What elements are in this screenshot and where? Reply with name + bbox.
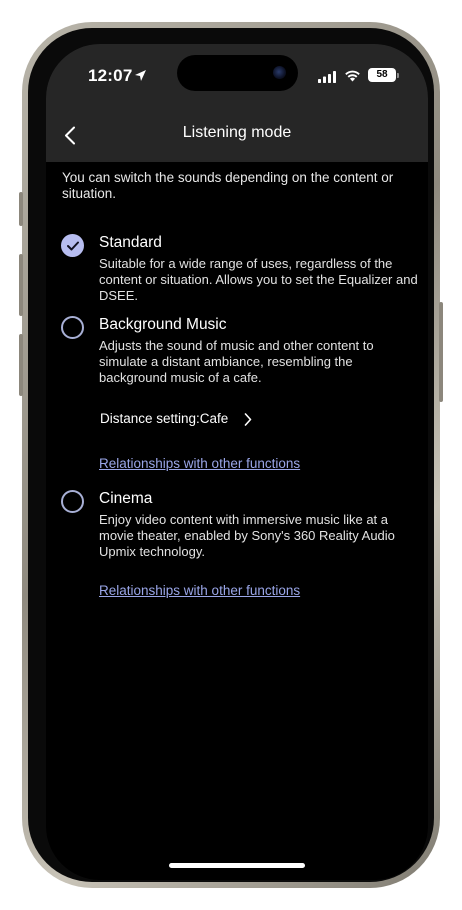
relationships-link-cinema[interactable]: Relationships with other functions — [99, 583, 300, 598]
radio-standard[interactable] — [61, 234, 84, 257]
home-indicator[interactable] — [169, 863, 305, 868]
radio-cinema[interactable] — [61, 490, 84, 513]
phone-frame: 12:07 58 Listening mode You can switch t… — [19, 22, 443, 888]
relationships-link-background-music[interactable]: Relationships with other functions — [99, 456, 300, 471]
volume-up-button — [19, 254, 23, 316]
radio-background-music[interactable] — [61, 316, 84, 339]
option-description: Enjoy video content with immersive music… — [99, 512, 395, 559]
wifi-icon — [345, 70, 360, 82]
checkmark-icon — [67, 241, 79, 251]
option-description: Adjusts the sound of music and other con… — [99, 338, 374, 385]
battery-cap — [397, 73, 399, 78]
option-title: Background Music — [99, 316, 227, 333]
screen: 12:07 58 Listening mode You can switch t… — [46, 44, 428, 880]
status-bar: 12:07 58 — [46, 44, 428, 108]
chevron-right-icon — [244, 413, 252, 426]
distance-setting-label: Distance setting:Cafe — [100, 411, 229, 426]
distance-setting-button[interactable]: Distance setting:Cafe — [100, 410, 252, 430]
camera-icon — [273, 66, 286, 79]
battery-indicator: 58 — [368, 68, 396, 82]
option-title: Standard — [99, 234, 162, 251]
dynamic-island — [177, 55, 298, 91]
phone-bezel: 12:07 58 Listening mode You can switch t… — [28, 28, 434, 882]
option-description: Suitable for a wide range of uses, regar… — [99, 256, 418, 303]
power-button — [439, 302, 443, 402]
cellular-signal-icon — [318, 71, 336, 83]
intro-text: You can switch the sounds depending on t… — [62, 170, 394, 201]
location-arrow-icon — [135, 70, 146, 81]
page-title: Listening mode — [182, 124, 292, 141]
option-title: Cinema — [99, 490, 153, 507]
volume-down-button — [19, 334, 23, 396]
status-time: 12:07 — [88, 66, 133, 85]
action-button — [19, 192, 23, 226]
navigation-bar: Listening mode — [46, 108, 428, 162]
